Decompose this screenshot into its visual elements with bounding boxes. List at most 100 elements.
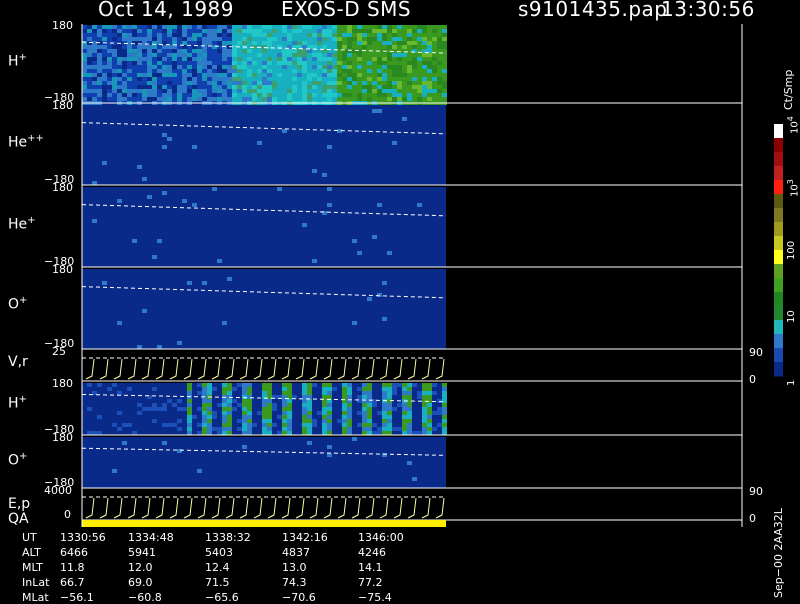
cell xyxy=(267,25,272,29)
cell xyxy=(402,427,407,431)
cell xyxy=(362,415,367,419)
cell xyxy=(187,77,192,81)
colorbar-unit-label: Ct/Smp xyxy=(782,69,795,110)
cell xyxy=(247,81,252,85)
cell xyxy=(322,81,327,85)
cell xyxy=(222,399,227,403)
cell xyxy=(417,395,422,399)
cell xyxy=(322,415,327,419)
cell xyxy=(397,37,402,41)
cell xyxy=(162,73,167,77)
cell xyxy=(197,81,202,85)
cell xyxy=(332,89,337,93)
cell xyxy=(282,415,287,419)
cell xyxy=(197,69,202,73)
cell xyxy=(362,29,367,33)
cell xyxy=(397,61,402,65)
cell xyxy=(157,345,162,349)
cell xyxy=(332,61,337,65)
cell xyxy=(367,89,372,93)
cell xyxy=(287,93,292,97)
cell xyxy=(327,431,332,435)
cell xyxy=(232,57,237,61)
cell xyxy=(172,53,177,57)
cell xyxy=(317,37,322,41)
cell xyxy=(367,411,372,415)
cell xyxy=(417,81,422,85)
cell xyxy=(252,85,257,89)
cell xyxy=(387,53,392,57)
cell xyxy=(257,53,262,57)
cell xyxy=(147,69,152,73)
cell xyxy=(282,33,287,37)
cell xyxy=(387,57,392,61)
cell xyxy=(412,25,417,29)
cell xyxy=(387,391,392,395)
cell xyxy=(402,69,407,73)
cell xyxy=(332,387,337,391)
cell xyxy=(422,431,427,435)
cell xyxy=(252,93,257,97)
cell xyxy=(117,93,122,97)
cell xyxy=(307,395,312,399)
cell xyxy=(427,61,432,65)
cell xyxy=(282,65,287,69)
cell xyxy=(237,53,242,57)
cell xyxy=(187,399,192,403)
cell xyxy=(352,69,357,73)
cell xyxy=(132,239,137,243)
cell xyxy=(297,69,302,73)
cell xyxy=(427,423,432,427)
cell xyxy=(307,431,312,435)
cell xyxy=(177,73,182,77)
cell xyxy=(302,427,307,431)
cell xyxy=(402,33,407,37)
cell xyxy=(302,77,307,81)
cell xyxy=(197,85,202,89)
cell xyxy=(177,427,182,431)
cell xyxy=(137,85,142,89)
cell xyxy=(387,25,392,29)
cell xyxy=(367,29,372,33)
cell xyxy=(122,61,127,65)
cell xyxy=(92,53,97,57)
cell xyxy=(157,407,162,411)
cell xyxy=(172,81,177,85)
cell xyxy=(197,37,202,41)
cell xyxy=(92,431,97,435)
cell xyxy=(112,69,117,73)
cell xyxy=(267,45,272,49)
cell xyxy=(307,61,312,65)
cell xyxy=(337,419,342,423)
cell xyxy=(247,407,252,411)
cell xyxy=(207,49,212,53)
cell xyxy=(157,81,162,85)
cell xyxy=(392,45,397,49)
cell xyxy=(337,57,342,61)
cell xyxy=(282,73,287,77)
cell xyxy=(282,85,287,89)
cell xyxy=(437,93,442,97)
cell xyxy=(267,427,272,431)
cell xyxy=(262,403,267,407)
colorbar-segment xyxy=(774,236,783,251)
cell xyxy=(437,57,442,61)
cell xyxy=(132,49,137,53)
cell xyxy=(187,53,192,57)
cell xyxy=(297,77,302,81)
cell xyxy=(372,65,377,69)
cell xyxy=(157,37,162,41)
cell xyxy=(372,61,377,65)
cell xyxy=(207,427,212,431)
cell xyxy=(427,81,432,85)
cell xyxy=(412,93,417,97)
cell xyxy=(347,427,352,431)
cell xyxy=(122,97,127,101)
cell xyxy=(182,81,187,85)
cell xyxy=(317,33,322,37)
cell xyxy=(402,407,407,411)
cell xyxy=(117,65,122,69)
panel-label-o_plus_2: O+ xyxy=(8,451,28,469)
cell xyxy=(152,85,157,89)
cell xyxy=(427,383,432,387)
